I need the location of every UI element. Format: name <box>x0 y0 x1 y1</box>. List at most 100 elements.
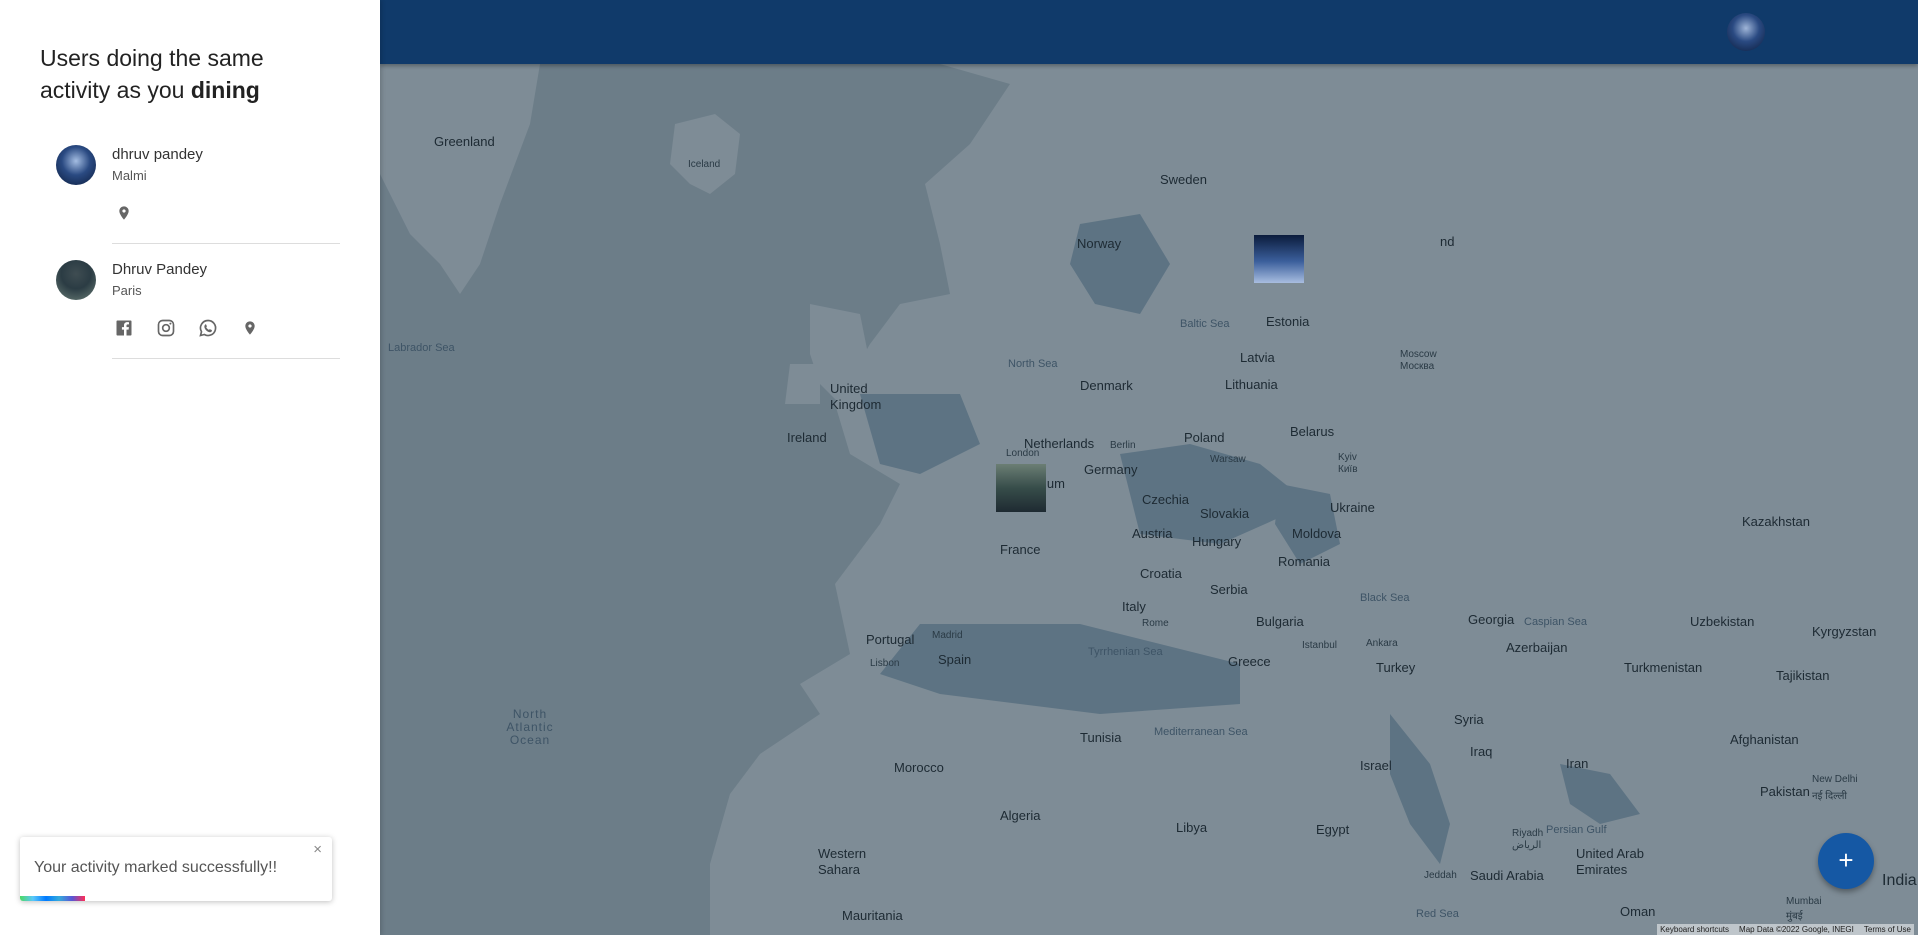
toast-progress-bar <box>20 896 85 901</box>
whatsapp-icon[interactable] <box>196 318 220 342</box>
map-label-ankara: Ankara <box>1366 638 1398 649</box>
avatar <box>56 260 96 300</box>
avatar <box>56 145 96 185</box>
map-label-north-atlantic-ocean: North Atlantic Ocean <box>506 707 554 747</box>
map-label-india: India <box>1882 872 1917 889</box>
map-label-united-kingdom: United Kingdom <box>830 381 882 412</box>
map-label-iran: Iran <box>1566 756 1589 771</box>
location-icon[interactable] <box>112 203 136 227</box>
map-label-belgium-partial: ium <box>1044 476 1065 491</box>
map-label-egypt: Egypt <box>1316 822 1350 837</box>
map-label-new-delhi-native: नई दिल्ली <box>1812 791 1848 802</box>
user-name: Dhruv Pandey <box>112 261 208 278</box>
map-label-warsaw: Warsaw <box>1210 454 1246 465</box>
map-label-red-sea: Red Sea <box>1416 908 1459 920</box>
toast-message: Your activity marked successfully!! <box>34 859 278 876</box>
map-label-moscow: Moscow <box>1400 349 1437 360</box>
map-label-uae: United Arab Emirates <box>1576 846 1644 877</box>
map-attribution: Keyboard shortcuts Map Data ©2022 Google… <box>1657 924 1914 935</box>
map-label-syria: Syria <box>1454 712 1484 727</box>
map-label-tunisia: Tunisia <box>1080 730 1122 745</box>
user-item-dhruv-pandey-malmi[interactable]: dhruv pandey Malmi <box>56 145 340 245</box>
map-label-greece: Greece <box>1228 654 1271 669</box>
map-label-kyrgyzstan: Kyrgyzstan <box>1812 624 1877 639</box>
map-label-greenland: Greenland <box>434 134 495 149</box>
map-label-iraq: Iraq <box>1470 744 1493 759</box>
map-label-portugal: Portugal <box>866 632 915 647</box>
map-label-slovakia: Slovakia <box>1200 506 1250 521</box>
map-label-tyrrhenian-sea: Tyrrhenian Sea <box>1088 646 1163 658</box>
divider <box>112 358 340 359</box>
map-label-algeria: Algeria <box>1000 808 1041 823</box>
map-label-belarus: Belarus <box>1290 424 1335 439</box>
map-label-labrador-sea: Labrador Sea <box>388 342 455 354</box>
app: Greenland Iceland Sweden Norway nd Eston… <box>0 0 1918 935</box>
close-icon[interactable]: × <box>313 841 322 858</box>
map-label-ireland: Ireland <box>787 430 827 445</box>
map-label-italy: Italy <box>1122 599 1146 614</box>
map-marker-user-paris[interactable] <box>996 464 1046 512</box>
map-label-denmark: Denmark <box>1080 378 1133 393</box>
add-activity-button[interactable]: + <box>1818 833 1874 889</box>
map-data-text: Map Data ©2022 Google, INEGI <box>1739 925 1854 934</box>
map-label-israel: Israel <box>1360 758 1392 773</box>
map-label-black-sea: Black Sea <box>1360 592 1410 604</box>
map-label-azerbaijan: Azerbaijan <box>1506 640 1568 655</box>
map-label-north-sea: North Sea <box>1008 358 1058 370</box>
map-label-oman: Oman <box>1620 904 1656 919</box>
map-label-rome: Rome <box>1142 618 1169 629</box>
map-marker-user-malmi[interactable] <box>1254 235 1304 283</box>
facebook-icon[interactable] <box>112 318 136 342</box>
map-label-bulgaria: Bulgaria <box>1256 614 1304 629</box>
map-label-western-sahara: Western Sahara <box>818 846 867 877</box>
map-label-madrid: Madrid <box>932 630 963 641</box>
user-name: dhruv pandey <box>112 146 203 163</box>
map-label-berlin: Berlin <box>1110 440 1136 451</box>
user-item-dhruv-pandey-paris[interactable]: Dhruv Pandey Paris <box>56 260 340 360</box>
divider <box>112 243 340 244</box>
map-label-jeddah: Jeddah <box>1424 870 1457 881</box>
map-label-moldova: Moldova <box>1292 526 1342 541</box>
profile-avatar[interactable] <box>1727 13 1765 51</box>
map-label-estonia: Estonia <box>1266 314 1310 329</box>
map-label-kazakhstan: Kazakhstan <box>1742 514 1810 529</box>
map-label-mumbai: Mumbai <box>1786 896 1822 907</box>
map-label-romania: Romania <box>1278 554 1331 569</box>
terms-of-use-link[interactable]: Terms of Use <box>1864 925 1911 934</box>
map-label-ukraine: Ukraine <box>1330 500 1375 515</box>
map-label-saudi-arabia: Saudi Arabia <box>1470 868 1544 883</box>
map-label-lithuania: Lithuania <box>1225 377 1278 392</box>
map-label-kyiv-native: Київ <box>1338 464 1358 475</box>
user-city: Malmi <box>112 168 147 183</box>
map-label-london: London <box>1006 448 1040 459</box>
map-label-czechia: Czechia <box>1142 492 1189 507</box>
map-label-france: France <box>1000 542 1041 557</box>
location-icon[interactable] <box>238 318 262 342</box>
map-label-germany: Germany <box>1084 462 1138 477</box>
map-label-libya: Libya <box>1176 820 1208 835</box>
map-label-austria: Austria <box>1132 526 1173 541</box>
map-label-poland: Poland <box>1184 430 1225 445</box>
map-label-turkmenistan: Turkmenistan <box>1624 660 1703 675</box>
map-label-croatia: Croatia <box>1140 566 1182 581</box>
activity-name: dining <box>190 77 260 103</box>
users-sidebar: Users doing the same activity as you din… <box>0 0 380 935</box>
map-label-kyiv: Kyiv <box>1338 452 1357 463</box>
map-label-istanbul: Istanbul <box>1302 640 1338 651</box>
map-label-finland-partial: nd <box>1440 234 1455 249</box>
map-label-iceland: Iceland <box>688 159 721 170</box>
success-toast: Your activity marked successfully!! × <box>20 837 332 901</box>
keyboard-shortcuts-link[interactable]: Keyboard shortcuts <box>1660 925 1729 934</box>
user-city: Paris <box>112 283 142 298</box>
map-label-mauritania: Mauritania <box>842 908 903 923</box>
map-label-latvia: Latvia <box>1240 350 1275 365</box>
map-label-norway: Norway <box>1077 236 1122 251</box>
instagram-icon[interactable] <box>154 318 178 342</box>
sidebar-title: Users doing the same activity as you din… <box>40 42 340 106</box>
map-view[interactable]: Greenland Iceland Sweden Norway nd Eston… <box>380 64 1918 935</box>
map-label-hungary: Hungary <box>1192 534 1242 549</box>
map-label-moscow-native: Москва <box>1400 361 1435 372</box>
map-label-riyadh-native: الرياض <box>1512 840 1542 851</box>
map-label-lisbon: Lisbon <box>870 658 900 669</box>
map-label-uzbekistan: Uzbekistan <box>1690 614 1755 629</box>
